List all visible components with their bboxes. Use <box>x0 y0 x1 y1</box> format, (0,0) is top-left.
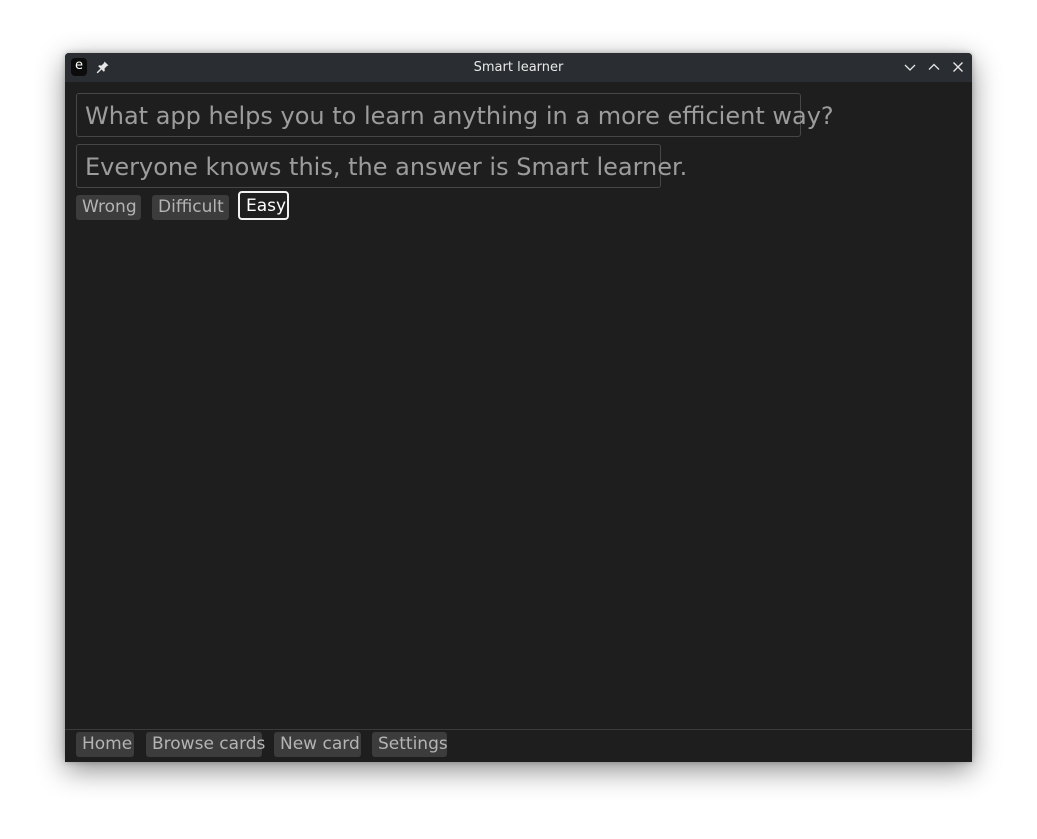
browse-cards-button[interactable]: Browse cards <box>146 732 265 757</box>
title-bar[interactable]: Smart learner e <box>65 53 972 82</box>
main-content: What app helps you to learn anything in … <box>65 82 972 729</box>
app-e-icon[interactable]: e <box>71 58 87 76</box>
home-button[interactable]: Home <box>76 732 134 757</box>
app-window: Smart learner e What app helps you to le… <box>65 53 972 762</box>
difficult-button[interactable]: Difficult <box>152 195 229 220</box>
pin-icon[interactable] <box>96 60 110 74</box>
easy-button[interactable]: Easy <box>238 191 289 220</box>
window-title: Smart learner <box>473 60 564 75</box>
settings-button[interactable]: Settings <box>372 732 448 757</box>
new-card-button[interactable]: New card <box>274 732 361 757</box>
close-icon[interactable] <box>951 60 965 74</box>
answer-field[interactable]: Everyone knows this, the answer is Smart… <box>76 144 687 188</box>
wrong-button[interactable]: Wrong <box>76 195 141 220</box>
chevron-up-icon[interactable] <box>927 60 941 74</box>
chevron-down-icon[interactable] <box>903 60 917 74</box>
bottom-nav-bar: Home Browse cards New card Settings <box>65 729 972 762</box>
question-field[interactable]: What app helps you to learn anything in … <box>76 93 834 137</box>
